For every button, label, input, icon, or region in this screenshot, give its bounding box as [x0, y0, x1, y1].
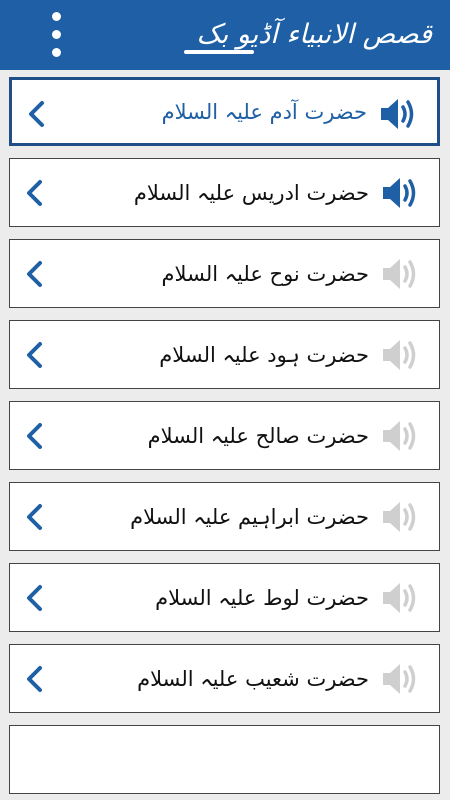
list-item[interactable]: حضرت نوح علیہ السلام	[9, 239, 440, 308]
speaker-icon[interactable]	[381, 175, 419, 211]
list-item[interactable]: حضرت ادریس علیہ السلام	[9, 158, 440, 227]
speaker-icon[interactable]	[381, 661, 419, 697]
list-item-label: حضرت شعیب علیہ السلام	[137, 666, 369, 691]
chevron-left-icon	[27, 423, 42, 449]
speaker-icon[interactable]	[381, 580, 419, 616]
overflow-menu-button[interactable]	[40, 10, 72, 62]
chevron-left-icon	[27, 180, 42, 206]
chevron-left-icon	[27, 261, 42, 287]
prophet-list[interactable]: حضرت آدم علیہ السلام حضرت ادریس علیہ الس…	[0, 70, 450, 800]
menu-dot-icon	[52, 30, 61, 39]
list-item-partial[interactable]	[9, 725, 440, 794]
list-item-label: حضرت آدم علیہ السلام	[161, 99, 367, 124]
list-item[interactable]: حضرت شعیب علیہ السلام	[9, 644, 440, 713]
chevron-left-icon	[27, 666, 42, 692]
list-item-label: حضرت ادریس علیہ السلام	[133, 180, 369, 205]
chevron-left-icon	[27, 585, 42, 611]
list-item-label: حضرت ابراہیم علیہ السلام	[130, 504, 369, 529]
list-item[interactable]: حضرت ہود علیہ السلام	[9, 320, 440, 389]
speaker-icon[interactable]	[381, 418, 419, 454]
speaker-icon[interactable]	[381, 499, 419, 535]
list-item-label: حضرت صالح علیہ السلام	[147, 423, 369, 448]
list-item[interactable]: حضرت صالح علیہ السلام	[9, 401, 440, 470]
speaker-icon[interactable]	[381, 256, 419, 292]
title-underline	[184, 50, 254, 54]
chevron-left-icon	[27, 342, 42, 368]
menu-dot-icon	[52, 48, 61, 57]
speaker-icon[interactable]	[379, 96, 417, 132]
chevron-left-icon	[29, 101, 44, 127]
list-item-label: حضرت نوح علیہ السلام	[161, 261, 369, 286]
speaker-icon[interactable]	[381, 337, 419, 373]
list-item-label: حضرت ہود علیہ السلام	[159, 342, 369, 367]
list-item[interactable]: حضرت لوط علیہ السلام	[9, 563, 440, 632]
menu-dot-icon	[52, 12, 61, 21]
list-item[interactable]: حضرت ابراہیم علیہ السلام	[9, 482, 440, 551]
chevron-left-icon	[27, 504, 42, 530]
list-item-label: حضرت لوط علیہ السلام	[155, 585, 369, 610]
app-bar: قصص الانبیاء آڈیو بک	[0, 0, 450, 70]
list-item[interactable]: حضرت آدم علیہ السلام	[9, 77, 440, 146]
